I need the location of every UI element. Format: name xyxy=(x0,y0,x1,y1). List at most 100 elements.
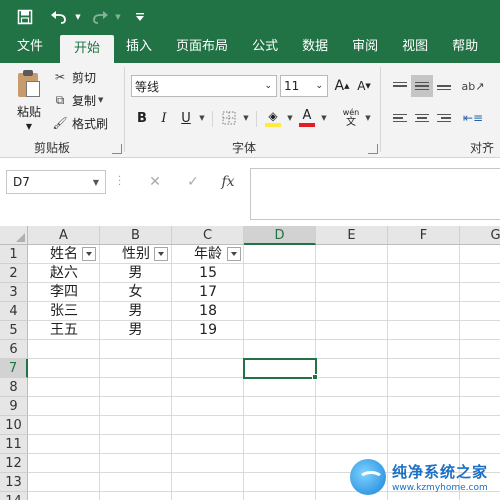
customize-toolbar-button[interactable] xyxy=(130,0,150,33)
cell-a6[interactable] xyxy=(28,340,100,359)
select-all-button[interactable] xyxy=(0,226,28,245)
cell-c11[interactable] xyxy=(172,435,244,454)
row-header-6[interactable]: 6 xyxy=(0,340,28,359)
cell-c10[interactable] xyxy=(172,416,244,435)
cut-button[interactable]: ✂ 剪切 xyxy=(52,67,96,87)
font-launcher-icon[interactable] xyxy=(368,144,378,154)
cell-a5[interactable]: 王五 xyxy=(28,321,100,340)
cell-b14[interactable] xyxy=(100,492,172,500)
row-header-8[interactable]: 8 xyxy=(0,378,28,397)
cell-c5[interactable]: 19 xyxy=(172,321,244,340)
font-color-button[interactable]: A xyxy=(298,107,316,129)
cell-b8[interactable] xyxy=(100,378,172,397)
cell-d9[interactable] xyxy=(244,397,316,416)
cell-c3[interactable]: 17 xyxy=(172,283,244,302)
cell-c14[interactable] xyxy=(172,492,244,500)
align-center-button[interactable] xyxy=(411,107,433,129)
cell-d10[interactable] xyxy=(244,416,316,435)
cell-f3[interactable] xyxy=(388,283,460,302)
enter-button[interactable]: ✓ xyxy=(178,170,208,194)
cell-c13[interactable] xyxy=(172,473,244,492)
cell-a10[interactable] xyxy=(28,416,100,435)
clipboard-launcher-icon[interactable] xyxy=(112,144,122,154)
tab-home[interactable]: 开始 xyxy=(60,35,115,63)
row-header-9[interactable]: 9 xyxy=(0,397,28,416)
undo-dropdown-button[interactable]: ▼ xyxy=(72,0,84,33)
align-middle-button[interactable] xyxy=(411,75,433,97)
tab-review[interactable]: 审阅 xyxy=(340,33,390,63)
decrease-indent-button[interactable]: ⇤≡ xyxy=(462,107,484,129)
row-header-7[interactable]: 7 xyxy=(0,359,28,378)
tab-file[interactable]: 文件 xyxy=(0,33,60,63)
cell-e4[interactable] xyxy=(316,302,388,321)
paste-button[interactable]: 粘贴 ▼ xyxy=(10,67,48,135)
redo-button[interactable] xyxy=(88,0,112,33)
format-painter-button[interactable]: 🖌 格式刷 xyxy=(52,113,108,133)
cell-a11[interactable] xyxy=(28,435,100,454)
cell-c2[interactable]: 15 xyxy=(172,264,244,283)
cell-b5[interactable]: 男 xyxy=(100,321,172,340)
cell-d7[interactable] xyxy=(244,359,316,378)
column-header-b[interactable]: B xyxy=(100,226,172,245)
cell-f5[interactable] xyxy=(388,321,460,340)
align-right-button[interactable] xyxy=(433,107,455,129)
cell-a8[interactable] xyxy=(28,378,100,397)
cell-c4[interactable]: 18 xyxy=(172,302,244,321)
cell-f4[interactable] xyxy=(388,302,460,321)
fill-handle[interactable] xyxy=(312,374,318,380)
cell-e3[interactable] xyxy=(316,283,388,302)
font-size-select[interactable]: 11 ⌄ xyxy=(280,75,328,97)
cell-c6[interactable] xyxy=(172,340,244,359)
cell-b7[interactable] xyxy=(100,359,172,378)
cell-b11[interactable] xyxy=(100,435,172,454)
name-box[interactable]: D7 ▼ xyxy=(6,170,106,194)
cell-e2[interactable] xyxy=(316,264,388,283)
align-top-button[interactable] xyxy=(389,75,411,97)
cell-f10[interactable] xyxy=(388,416,460,435)
cell-c8[interactable] xyxy=(172,378,244,397)
filter-dropdown-button[interactable] xyxy=(154,247,168,261)
cell-f1[interactable] xyxy=(388,245,460,264)
decrease-font-size-button[interactable]: A ▼ xyxy=(354,75,374,97)
cell-e6[interactable] xyxy=(316,340,388,359)
formula-bar-grip[interactable]: · · · xyxy=(118,173,122,191)
row-header-3[interactable]: 3 xyxy=(0,283,28,302)
tab-help[interactable]: 帮助 xyxy=(440,33,490,63)
cell-g10[interactable] xyxy=(460,416,500,435)
italic-button[interactable]: I xyxy=(156,107,172,129)
cell-a12[interactable] xyxy=(28,454,100,473)
align-left-button[interactable] xyxy=(389,107,411,129)
cell-d3[interactable] xyxy=(244,283,316,302)
column-header-d[interactable]: D xyxy=(244,226,316,245)
cell-g6[interactable] xyxy=(460,340,500,359)
row-header-4[interactable]: 4 xyxy=(0,302,28,321)
cell-e7[interactable] xyxy=(316,359,388,378)
cell-e8[interactable] xyxy=(316,378,388,397)
cell-a9[interactable] xyxy=(28,397,100,416)
cell-f6[interactable] xyxy=(388,340,460,359)
row-header-11[interactable]: 11 xyxy=(0,435,28,454)
copy-button[interactable]: ⧉ 复制 ▼ xyxy=(52,90,104,110)
cell-d12[interactable] xyxy=(244,454,316,473)
cell-b3[interactable]: 女 xyxy=(100,283,172,302)
font-name-select[interactable]: 等线 ⌄ xyxy=(131,75,277,97)
column-header-e[interactable]: E xyxy=(316,226,388,245)
cell-d8[interactable] xyxy=(244,378,316,397)
fill-color-button[interactable]: ◈ xyxy=(264,107,282,129)
cell-d2[interactable] xyxy=(244,264,316,283)
cell-a4[interactable]: 张三 xyxy=(28,302,100,321)
borders-button[interactable] xyxy=(220,107,238,129)
cell-b4[interactable]: 男 xyxy=(100,302,172,321)
row-header-14[interactable]: 14 xyxy=(0,492,28,500)
cell-g11[interactable] xyxy=(460,435,500,454)
cell-b10[interactable] xyxy=(100,416,172,435)
row-header-10[interactable]: 10 xyxy=(0,416,28,435)
insert-function-button[interactable]: fx xyxy=(213,170,243,194)
cell-a7[interactable] xyxy=(28,359,100,378)
cell-f2[interactable] xyxy=(388,264,460,283)
cell-d14[interactable] xyxy=(244,492,316,500)
cell-a13[interactable] xyxy=(28,473,100,492)
cell-g1[interactable] xyxy=(460,245,500,264)
cell-c12[interactable] xyxy=(172,454,244,473)
cell-a2[interactable]: 赵六 xyxy=(28,264,100,283)
